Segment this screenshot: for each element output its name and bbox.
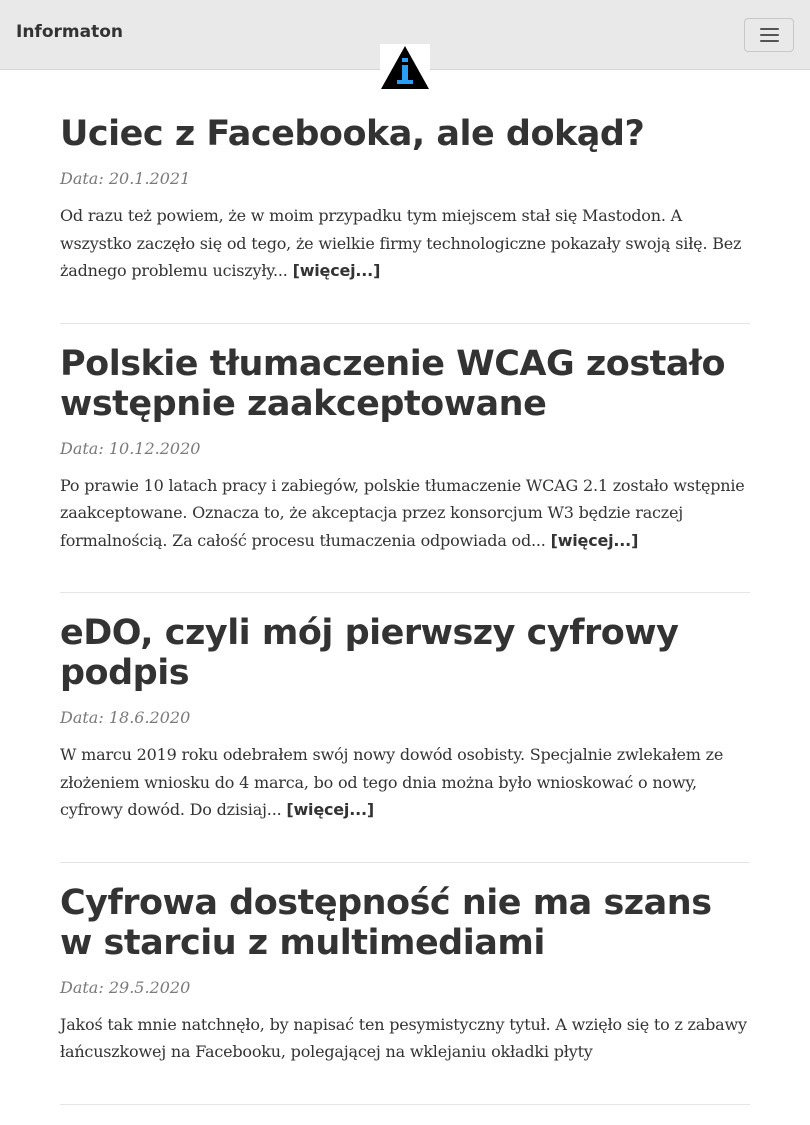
post-title-link[interactable]: eDO, czyli mój pierwszy cyfrowy podpis	[60, 613, 750, 693]
post-item: eDO, czyli mój pierwszy cyfrowy podpis D…	[60, 613, 750, 863]
read-more-link[interactable]: [więcej...]	[293, 261, 381, 280]
hamburger-icon-bar	[760, 40, 779, 42]
post-excerpt-text: Po prawie 10 latach pracy i zabiegów, po…	[60, 475, 745, 550]
post-excerpt: Od razu też powiem, że w moim przypadku …	[60, 202, 750, 285]
post-title-link[interactable]: Cyfrowa dostępność nie ma szans w starci…	[60, 883, 750, 963]
post-date: Data: 29.5.2020	[60, 977, 750, 999]
post-date-label: Data:	[60, 977, 104, 997]
menu-toggle-button[interactable]	[744, 18, 794, 52]
post-excerpt: W marcu 2019 roku odebrałem swój nowy do…	[60, 741, 750, 824]
post-excerpt-text: W marcu 2019 roku odebrałem swój nowy do…	[60, 745, 724, 819]
post-excerpt: Jakoś tak mnie natchnęło, by napisać ten…	[60, 1011, 750, 1066]
post-excerpt-text: Od razu też powiem, że w moim przypadku …	[60, 206, 742, 280]
post-excerpt-text: Jakoś tak mnie natchnęło, by napisać ten…	[60, 1014, 747, 1062]
post-title-link[interactable]: Uciec z Facebooka, ale dokąd?	[60, 114, 750, 154]
post-excerpt: Po prawie 10 latach pracy i zabiegów, po…	[60, 472, 750, 555]
info-triangle-logo[interactable]	[380, 44, 430, 90]
posts-list: Uciec z Facebooka, ale dokąd? Data: 20.1…	[60, 94, 750, 1125]
post-date: Data: 20.1.2021	[60, 168, 750, 190]
post-date-value: 20.1.2021	[108, 169, 191, 188]
post-date-label: Data:	[60, 708, 104, 727]
post-date: Data: 10.12.2020	[60, 438, 750, 460]
post-date-value: 29.5.2020	[108, 977, 191, 997]
hamburger-icon-bar	[760, 34, 779, 36]
post-date-value: 10.12.2020	[108, 438, 201, 458]
read-more-link[interactable]: [więcej...]	[551, 531, 639, 550]
post-date-label: Data:	[60, 169, 104, 188]
post-title-link[interactable]: Polskie tłumaczenie WCAG zostało wstępni…	[60, 344, 750, 424]
post-item: Uciec z Facebooka, ale dokąd? Data: 20.1…	[60, 114, 750, 324]
info-triangle-icon	[381, 46, 429, 89]
post-date: Data: 18.6.2020	[60, 707, 750, 729]
brand-link[interactable]: Informaton	[16, 22, 123, 42]
post-date-value: 18.6.2020	[108, 708, 191, 727]
read-more-link[interactable]: [więcej...]	[286, 800, 374, 819]
post-item: Cyfrowa dostępność nie ma szans w starci…	[60, 883, 750, 1105]
post-item: Polskie tłumaczenie WCAG zostało wstępni…	[60, 344, 750, 593]
post-date-label: Data:	[60, 438, 104, 458]
hamburger-icon	[760, 28, 779, 30]
